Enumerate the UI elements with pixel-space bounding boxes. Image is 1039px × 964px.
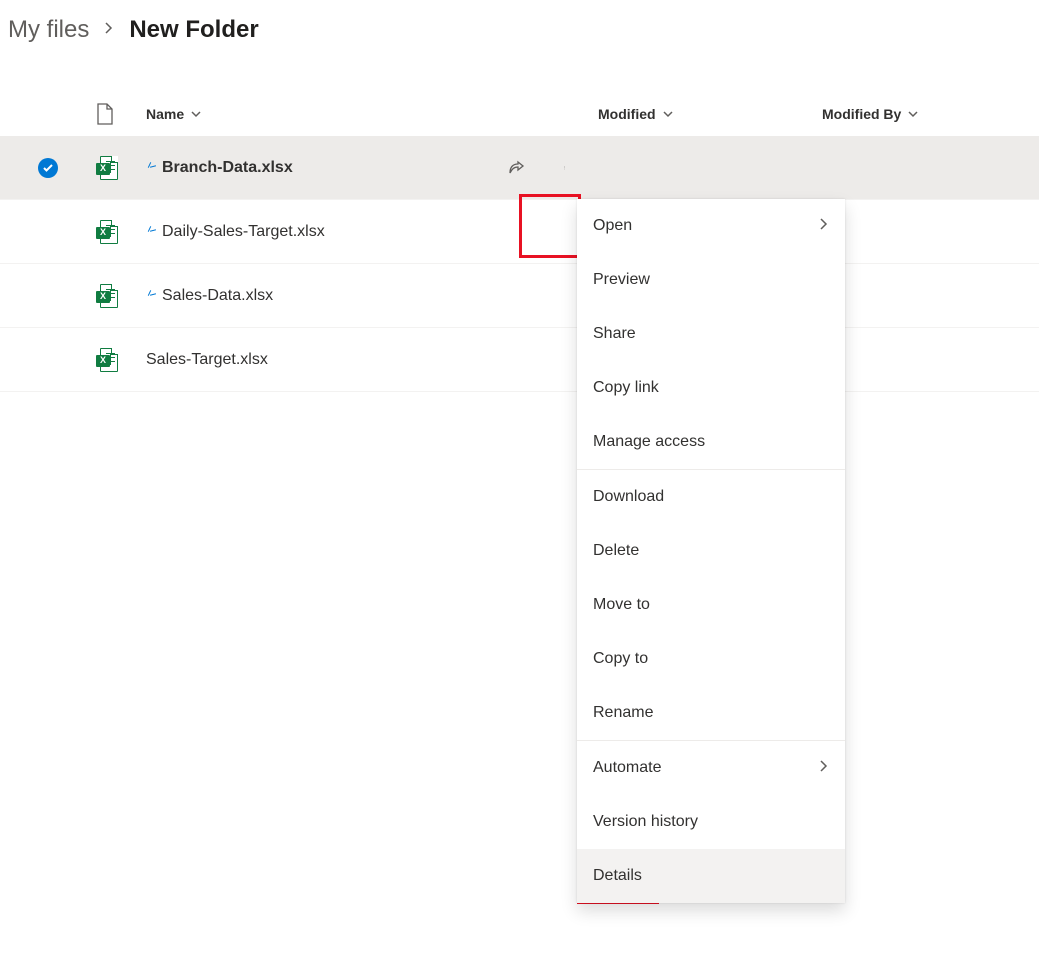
file-row[interactable]: X Daily-Sales-Target.xlsx (0, 200, 1039, 264)
context-menu-item-label: Download (593, 488, 664, 506)
modified-column-header[interactable]: Modified (598, 106, 822, 122)
file-icon-cell: X (96, 283, 146, 309)
row-actions (476, 158, 596, 178)
context-menu: Open Preview Share Copy link Manage access Do… (577, 199, 845, 903)
file-icon-cell: X (96, 219, 146, 245)
context-menu-item[interactable]: Open (577, 199, 845, 253)
context-menu-item-label: Copy to (593, 650, 648, 668)
file-row[interactable]: X Branch-Data.xlsx (0, 136, 1039, 200)
context-menu-item-label: Manage access (593, 433, 705, 451)
file-name-label: Branch-Data.xlsx (162, 159, 293, 177)
context-menu-item-label: Delete (593, 542, 639, 560)
context-menu-item[interactable]: Download (577, 470, 845, 524)
context-menu-item[interactable]: Manage access (577, 415, 845, 469)
modified-by-column-label: Modified By (822, 106, 901, 122)
context-menu-item-label: Preview (593, 271, 650, 289)
modified-column-label: Modified (598, 106, 656, 122)
context-menu-item[interactable]: Preview (577, 253, 845, 307)
context-menu-item[interactable]: Delete (577, 524, 845, 578)
file-name-cell[interactable]: Branch-Data.xlsx (146, 159, 476, 177)
file-icon (96, 103, 114, 125)
context-menu-item-label: Details (593, 867, 642, 885)
chevron-right-icon (103, 21, 115, 39)
file-name-cell[interactable]: Sales-Data.xlsx (146, 287, 476, 305)
file-row[interactable]: X Sales-Target.xlsx (0, 328, 1039, 392)
selection-cell[interactable] (0, 158, 96, 178)
modified-by-column-header[interactable]: Modified By (822, 106, 1022, 122)
context-menu-item[interactable]: Version history (577, 795, 845, 849)
name-column-header[interactable]: Name (146, 106, 598, 122)
chevron-down-icon (907, 108, 919, 120)
chevron-right-icon (819, 759, 829, 778)
context-menu-item-label: Automate (593, 759, 661, 777)
excel-file-icon: X (96, 347, 118, 373)
context-menu-item[interactable]: Copy link (577, 361, 845, 415)
file-name-label: Sales-Data.xlsx (162, 287, 273, 305)
file-list: Name Modified Modified By X Branch-Data.x… (0, 92, 1039, 392)
excel-file-icon: X (96, 155, 118, 181)
column-headers: Name Modified Modified By (0, 92, 1039, 136)
chevron-right-icon (819, 217, 829, 236)
context-menu-item-label: Move to (593, 596, 650, 614)
name-column-label: Name (146, 106, 184, 122)
new-indicator-icon (146, 290, 158, 302)
file-type-column-header[interactable] (96, 103, 146, 125)
share-icon[interactable] (506, 158, 526, 178)
context-menu-item[interactable]: Move to (577, 578, 845, 632)
context-menu-item[interactable]: Automate (577, 741, 845, 795)
breadcrumb: My files New Folder (0, 0, 1039, 52)
context-menu-item[interactable]: Details (577, 849, 845, 903)
file-name-cell[interactable]: Sales-Target.xlsx (146, 351, 476, 369)
file-icon-cell: X (96, 155, 146, 181)
context-menu-item[interactable]: Rename (577, 686, 845, 740)
context-menu-item-label: Version history (593, 813, 698, 831)
file-name-cell[interactable]: Daily-Sales-Target.xlsx (146, 223, 476, 241)
breadcrumb-current[interactable]: New Folder (129, 16, 258, 44)
chevron-down-icon (190, 108, 202, 120)
context-menu-item-label: Open (593, 217, 632, 235)
context-menu-item[interactable]: Share (577, 307, 845, 361)
context-menu-item[interactable]: Copy to (577, 632, 845, 686)
selected-check-icon (38, 158, 58, 178)
more-actions-icon[interactable] (556, 158, 576, 178)
file-name-label: Sales-Target.xlsx (146, 351, 268, 369)
context-menu-item-label: Rename (593, 704, 653, 722)
chevron-down-icon (662, 108, 674, 120)
new-indicator-icon (146, 226, 158, 238)
excel-file-icon: X (96, 283, 118, 309)
excel-file-icon: X (96, 219, 118, 245)
file-row[interactable]: X Sales-Data.xlsx (0, 264, 1039, 328)
file-icon-cell: X (96, 347, 146, 373)
context-menu-item-label: Copy link (593, 379, 659, 397)
breadcrumb-root[interactable]: My files (8, 16, 89, 44)
context-menu-item-label: Share (593, 325, 636, 343)
file-name-label: Daily-Sales-Target.xlsx (162, 223, 325, 241)
new-indicator-icon (146, 162, 158, 174)
